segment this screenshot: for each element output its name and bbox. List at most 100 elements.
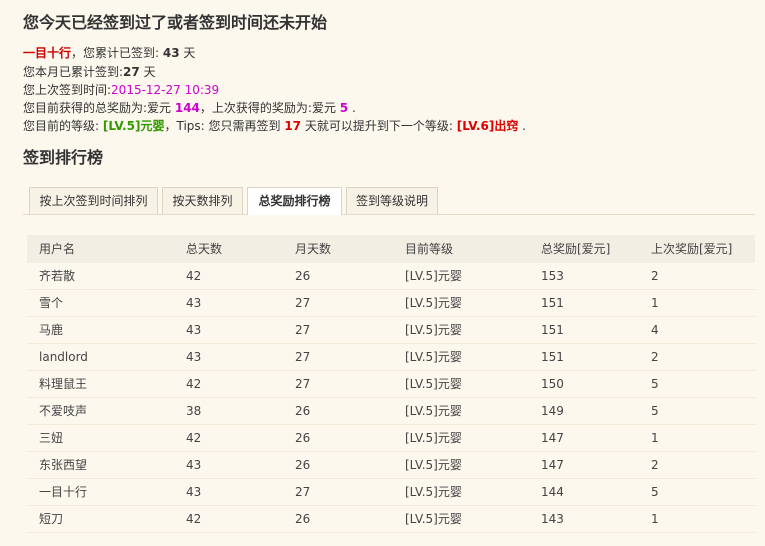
username-link[interactable]: 一目十行 (23, 46, 71, 60)
month-days-unit: 天 (139, 65, 156, 79)
page-title: 您今天已经签到过了或者签到时间还未开始 (23, 13, 328, 32)
row-total-days: 43 (186, 323, 202, 337)
table-row: 短刀 42 26 [LV.5]元婴 143 1 (27, 506, 755, 533)
row-last-reward: 5 (651, 377, 659, 391)
row-last-reward: 1 (651, 296, 659, 310)
table-row: 雪个 43 27 [LV.5]元婴 151 1 (27, 290, 755, 317)
col-last-reward: 上次奖励[爱元] (651, 242, 733, 256)
row-last-reward: 1 (651, 512, 659, 526)
table-row: 东张西望 43 26 [LV.5]元婴 147 2 (27, 452, 755, 479)
reward-line: 您目前获得的总奖励为:爱元 144，上次获得的奖励为:爱元 5 . (23, 99, 356, 116)
row-total-reward: 151 (541, 350, 564, 364)
table-row: 马鹿 43 27 [LV.5]元婴 151 4 (27, 317, 755, 344)
table-row: 齐若散 42 26 [LV.5]元婴 153 2 (27, 263, 755, 290)
row-level: [LV.5]元婴 (405, 323, 462, 337)
table-row: 不爱吱声 38 26 [LV.5]元婴 149 5 (27, 398, 755, 425)
reward-text-2: ，上次获得的奖励为:爱元 (199, 101, 340, 115)
row-total-reward: 149 (541, 404, 564, 418)
row-total-days: 43 (186, 350, 202, 364)
row-month-days: 27 (295, 485, 311, 499)
row-level: [LV.5]元婴 (405, 512, 462, 526)
row-total-reward: 150 (541, 377, 564, 391)
row-total-days: 38 (186, 404, 202, 418)
row-total-days: 43 (186, 458, 202, 472)
col-month-days: 月天数 (295, 242, 332, 256)
row-level: [LV.5]元婴 (405, 431, 462, 445)
table-row: landlord 43 27 [LV.5]元婴 151 2 (27, 344, 755, 371)
row-username[interactable]: 不爱吱声 (39, 398, 87, 425)
ranking-title: 签到排行榜 (23, 148, 104, 167)
row-level: [LV.5]元婴 (405, 485, 462, 499)
row-month-days: 26 (295, 458, 311, 472)
row-level: [LV.5]元婴 (405, 458, 462, 472)
row-month-days: 27 (295, 350, 311, 364)
level-text: 您目前的等级: (23, 119, 103, 133)
row-username[interactable]: landlord (39, 344, 88, 371)
table-row: 料理鼠王 42 27 [LV.5]元婴 150 5 (27, 371, 755, 398)
row-username[interactable]: 东张西望 (39, 452, 87, 479)
total-days-unit: 天 (179, 46, 196, 60)
row-username[interactable]: 三妞 (39, 425, 63, 452)
row-username[interactable]: 料理鼠王 (39, 371, 87, 398)
row-total-days: 42 (186, 512, 202, 526)
total-days-value: 43 (162, 46, 180, 60)
row-username[interactable]: 马鹿 (39, 317, 63, 344)
total-reward-value: 144 (174, 101, 200, 115)
row-total-reward: 143 (541, 512, 564, 526)
tab-by-last-signin[interactable]: 按上次签到时间排列 (29, 187, 158, 214)
row-total-reward: 147 (541, 458, 564, 472)
tab-by-days[interactable]: 按天数排列 (162, 187, 243, 214)
row-month-days: 26 (295, 512, 311, 526)
row-last-reward: 5 (651, 485, 659, 499)
row-username[interactable]: 齐若散 (39, 263, 75, 290)
tab-total-reward[interactable]: 总奖励排行榜 (247, 187, 342, 215)
col-total-reward: 总奖励[爱元] (541, 242, 611, 256)
month-days-line: 您本月已累计签到:27 天 (23, 63, 156, 80)
next-level: [LV.6]出窍 (456, 119, 519, 133)
row-last-reward: 5 (651, 404, 659, 418)
last-signin-line: 您上次签到时间:2015-12-27 10:39 (23, 81, 219, 98)
table-row: 一目十行 43 27 [LV.5]元婴 144 5 (27, 479, 755, 506)
current-level: [LV.5]元婴 (102, 119, 165, 133)
row-username[interactable]: 雪个 (39, 290, 63, 317)
row-total-days: 43 (186, 485, 202, 499)
table-header: 用户名 总天数 月天数 目前等级 总奖励[爱元] 上次奖励[爱元] (27, 235, 755, 263)
row-total-reward: 151 (541, 296, 564, 310)
last-signin-text: 您上次签到时间: (23, 83, 112, 97)
row-total-reward: 153 (541, 269, 564, 283)
row-username[interactable]: 一目十行 (39, 479, 87, 506)
row-username[interactable]: 短刀 (39, 506, 63, 533)
ranking-table: 用户名 总天数 月天数 目前等级 总奖励[爱元] 上次奖励[爱元] 齐若散 42 2… (27, 235, 755, 533)
row-total-days: 42 (186, 431, 202, 445)
need-days-value: 17 (284, 119, 302, 133)
level-tips-2: 天就可以提升到下一个等级: (301, 119, 457, 133)
row-last-reward: 2 (651, 269, 659, 283)
row-last-reward: 4 (651, 323, 659, 337)
month-days-text: 您本月已累计签到: (23, 65, 124, 79)
total-days-line: 一目十行，您累计已签到: 43 天 (23, 44, 195, 61)
total-days-text: ，您累计已签到: (71, 46, 163, 60)
row-last-reward: 2 (651, 458, 659, 472)
row-level: [LV.5]元婴 (405, 296, 462, 310)
row-month-days: 26 (295, 404, 311, 418)
col-username: 用户名 (39, 242, 76, 256)
row-month-days: 27 (295, 296, 311, 310)
row-month-days: 26 (295, 269, 311, 283)
table-row: 三妞 42 26 [LV.5]元婴 147 1 (27, 425, 755, 452)
row-month-days: 27 (295, 323, 311, 337)
row-level: [LV.5]元婴 (405, 350, 462, 364)
row-total-days: 42 (186, 377, 202, 391)
tab-level-info[interactable]: 签到等级说明 (346, 187, 438, 214)
level-line: 您目前的等级: [LV.5]元婴，Tips: 您只需再签到 17 天就可以提升到… (23, 117, 526, 134)
row-level: [LV.5]元婴 (405, 404, 462, 418)
row-total-reward: 151 (541, 323, 564, 337)
row-total-days: 42 (186, 269, 202, 283)
last-reward-value: 5 (339, 101, 349, 115)
reward-text-3: . (348, 101, 356, 115)
row-month-days: 27 (295, 377, 311, 391)
row-level: [LV.5]元婴 (405, 377, 462, 391)
col-level: 目前等级 (405, 242, 454, 256)
row-total-reward: 147 (541, 431, 564, 445)
row-last-reward: 1 (651, 431, 659, 445)
row-month-days: 26 (295, 431, 311, 445)
